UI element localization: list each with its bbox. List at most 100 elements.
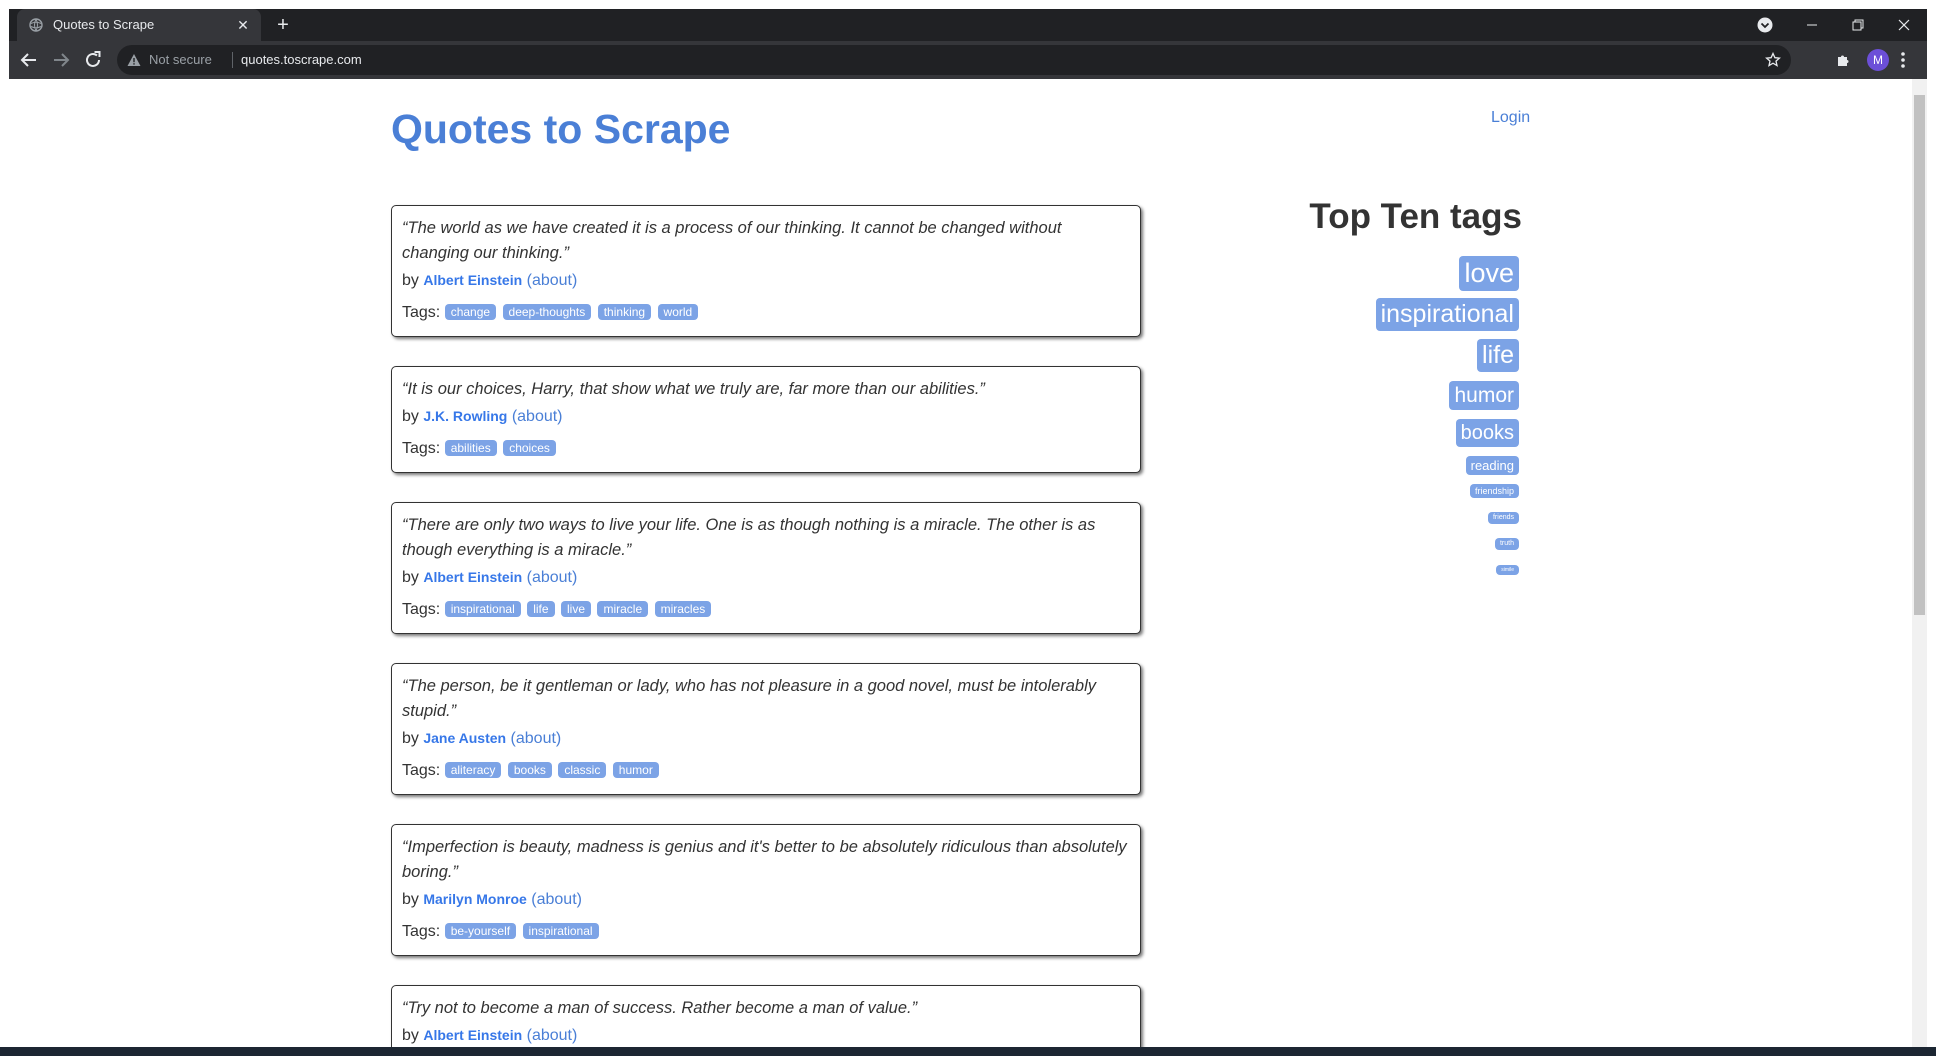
- tag-link[interactable]: inspirational: [444, 601, 521, 617]
- quote-card: “There are only two ways to live your li…: [391, 502, 1141, 634]
- close-window-icon[interactable]: [1881, 9, 1927, 41]
- top-tag-link[interactable]: inspirational: [1375, 298, 1519, 331]
- tag-link[interactable]: world: [657, 304, 699, 320]
- top-tag-link[interactable]: love: [1459, 256, 1519, 291]
- by-label: by: [402, 730, 419, 747]
- quote-byline: by Albert Einstein (about): [402, 1027, 577, 1045]
- tag-link[interactable]: aliteracy: [444, 762, 502, 778]
- tag-link[interactable]: classic: [558, 762, 607, 778]
- top-tag-link[interactable]: humor: [1449, 381, 1519, 410]
- security-label[interactable]: Not secure: [149, 52, 212, 67]
- tab-close-icon[interactable]: ✕: [233, 15, 253, 35]
- tag-link[interactable]: humor: [612, 762, 659, 778]
- browser-tab[interactable]: Quotes to Scrape ✕: [17, 9, 261, 41]
- by-label: by: [402, 569, 419, 586]
- tag-link[interactable]: inspirational: [522, 923, 599, 939]
- top-tag-link[interactable]: friends: [1487, 512, 1519, 524]
- url-text[interactable]: quotes.toscrape.com: [241, 52, 362, 67]
- back-arrow-icon[interactable]: [17, 48, 41, 72]
- address-bar[interactable]: Not secure quotes.toscrape.com: [117, 45, 1791, 75]
- forward-arrow-icon[interactable]: [49, 48, 73, 72]
- quote-text: “Imperfection is beauty, madness is geni…: [402, 838, 1127, 881]
- reload-icon[interactable]: [81, 48, 105, 72]
- new-tab-button[interactable]: +: [271, 13, 295, 37]
- about-link[interactable]: (about): [531, 891, 582, 908]
- author-name: Marilyn Monroe: [423, 891, 527, 907]
- quote-text: “It is our choices, Harry, that show wha…: [402, 380, 985, 398]
- quote-text: “Try not to become a man of success. Rat…: [402, 999, 918, 1017]
- quote-byline: by Albert Einstein (about): [402, 272, 577, 290]
- tag-link[interactable]: live: [561, 601, 592, 617]
- tag-link[interactable]: books: [507, 762, 552, 778]
- quote-card: “Try not to become a man of success. Rat…: [391, 985, 1141, 1047]
- by-label: by: [402, 1027, 419, 1044]
- author-name: Albert Einstein: [423, 569, 523, 585]
- bookmark-star-icon[interactable]: [1765, 52, 1781, 68]
- tags-label: Tags:: [402, 601, 441, 618]
- top-tag-link[interactable]: reading: [1465, 456, 1519, 475]
- tab-title: Quotes to Scrape: [53, 17, 155, 32]
- extensions-puzzle-icon[interactable]: [1835, 52, 1851, 68]
- os-taskbar: [0, 1047, 1936, 1056]
- tag-link[interactable]: change: [444, 304, 497, 320]
- more-menu-icon[interactable]: [1899, 50, 1907, 70]
- tag-link[interactable]: miracle: [597, 601, 649, 617]
- profile-avatar[interactable]: M: [1867, 49, 1889, 71]
- tags-label: Tags:: [402, 762, 441, 779]
- author-name: J.K. Rowling: [423, 408, 508, 424]
- top-tag-link[interactable]: life: [1477, 339, 1519, 372]
- by-label: by: [402, 272, 419, 289]
- tag-link[interactable]: deep-thoughts: [502, 304, 592, 320]
- author-name: Jane Austen: [423, 730, 507, 746]
- minimize-icon[interactable]: [1789, 9, 1835, 41]
- quote-tags: Tags: aliteracy books classic humor: [402, 762, 661, 780]
- tag-link[interactable]: life: [527, 601, 555, 617]
- quote-byline: by Albert Einstein (about): [402, 569, 577, 587]
- quote-text: “There are only two ways to live your li…: [402, 516, 1096, 559]
- page-content: Quotes to Scrape Login “The world as we …: [9, 79, 1912, 1047]
- author-name: Albert Einstein: [423, 272, 523, 288]
- window-edge: [0, 0, 9, 1056]
- warning-icon[interactable]: [127, 53, 141, 67]
- quote-text: “The world as we have created it is a pr…: [402, 219, 1062, 262]
- top-tag-link[interactable]: simile: [1496, 565, 1519, 575]
- top-tags-title: Top Ten tags: [1309, 197, 1522, 236]
- vertical-scrollbar[interactable]: [1912, 79, 1927, 1047]
- login-link[interactable]: Login: [1491, 109, 1530, 127]
- site-title-link[interactable]: Quotes to Scrape: [391, 106, 730, 153]
- tag-link[interactable]: miracles: [654, 601, 712, 617]
- quote-card: “It is our choices, Harry, that show wha…: [391, 366, 1141, 473]
- quote-byline: by Marilyn Monroe (about): [402, 891, 582, 909]
- restore-icon[interactable]: [1835, 9, 1881, 41]
- tags-label: Tags:: [402, 304, 441, 321]
- quote-text: “The person, be it gentleman or lady, wh…: [402, 677, 1097, 720]
- about-link[interactable]: (about): [512, 408, 563, 425]
- quote-card: “Imperfection is beauty, madness is geni…: [391, 824, 1141, 956]
- quote-byline: by J.K. Rowling (about): [402, 408, 563, 426]
- browser-toolbar: Not secure quotes.toscrape.com M: [9, 41, 1927, 79]
- tab-strip: Quotes to Scrape ✕ +: [9, 9, 1927, 41]
- by-label: by: [402, 408, 419, 425]
- about-link[interactable]: (about): [527, 1027, 578, 1044]
- top-tag-link[interactable]: friendship: [1469, 484, 1519, 498]
- quote-tags: Tags: be-yourself inspirational: [402, 923, 601, 941]
- by-label: by: [402, 891, 419, 908]
- top-tag-link[interactable]: truth: [1494, 538, 1519, 550]
- about-link[interactable]: (about): [527, 569, 578, 586]
- tag-link[interactable]: choices: [503, 440, 556, 456]
- quote-tags: Tags: change deep-thoughts thinking worl…: [402, 304, 700, 322]
- tag-link[interactable]: thinking: [597, 304, 652, 320]
- tab-search-icon[interactable]: [1757, 17, 1773, 33]
- about-link[interactable]: (about): [527, 272, 578, 289]
- quote-tags: Tags: abilities choices: [402, 440, 558, 458]
- browser-window: Quotes to Scrape ✕ + Not secure quotes.t…: [9, 9, 1927, 1047]
- about-link[interactable]: (about): [511, 730, 562, 747]
- tags-label: Tags:: [402, 440, 441, 457]
- scrollbar-thumb[interactable]: [1914, 95, 1925, 615]
- tag-link[interactable]: be-yourself: [444, 923, 517, 939]
- tags-label: Tags:: [402, 923, 441, 940]
- globe-icon: [29, 18, 43, 32]
- quote-card: “The world as we have created it is a pr…: [391, 205, 1141, 337]
- tag-link[interactable]: abilities: [444, 440, 497, 456]
- top-tag-link[interactable]: books: [1455, 419, 1519, 447]
